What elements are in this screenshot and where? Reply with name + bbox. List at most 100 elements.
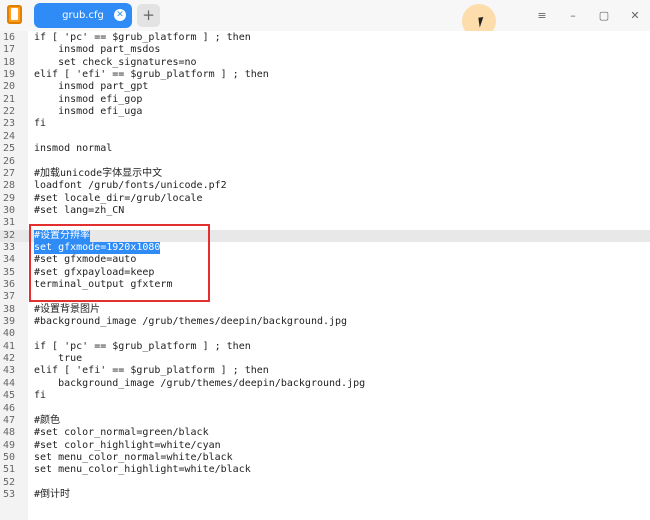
code-line-45[interactable]: 45 fi <box>0 390 650 402</box>
line-text: fi <box>34 118 47 130</box>
line-number: 29 <box>3 192 16 204</box>
line-number: 44 <box>3 377 16 389</box>
line-text: if [ 'pc' == $grub_platform ] ; then <box>34 340 251 352</box>
code-line-50[interactable]: 50 set menu_color_normal=white/black <box>0 452 650 464</box>
menu-icon[interactable]: ≡ <box>533 7 551 25</box>
line-number: 27 <box>3 167 16 179</box>
line-number: 40 <box>3 328 16 340</box>
line-number: 22 <box>3 106 16 118</box>
code-line-35[interactable]: 35 #set gfxpayload=keep <box>0 267 650 279</box>
code-line-30[interactable]: 30 #set lang=zh_CN <box>0 205 650 217</box>
line-number: 25 <box>3 143 16 155</box>
code-line-42[interactable]: 42 true <box>0 353 650 365</box>
line-text: set menu_color_highlight=white/black <box>34 464 251 476</box>
minimize-button[interactable]: – <box>564 7 582 25</box>
app-icon <box>7 5 22 24</box>
code-line-21[interactable]: 21 insmod efi_gop <box>0 94 650 106</box>
code-line-41[interactable]: 41 if [ 'pc' == $grub_platform ] ; then <box>0 341 650 353</box>
line-number: 19 <box>3 69 16 81</box>
line-number: 42 <box>3 353 16 365</box>
code-line-28[interactable]: 28 loadfont /grub/fonts/unicode.pf2 <box>0 180 650 192</box>
line-number: 46 <box>3 402 16 414</box>
line-number: 50 <box>3 451 16 463</box>
line-text: insmod normal <box>34 143 113 155</box>
tab-grub-cfg[interactable]: grub.cfg ✕ <box>34 3 132 28</box>
line-number: 52 <box>3 476 16 488</box>
maximize-button[interactable]: ▢ <box>595 7 613 25</box>
line-number: 45 <box>3 390 16 402</box>
code-line-44[interactable]: 44 background_image /grub/themes/deepin/… <box>0 378 650 390</box>
line-text: terminal_output gfxterm <box>34 279 173 290</box>
code-line-24[interactable]: 24 <box>0 131 650 143</box>
code-line-38[interactable]: 38 #设置背景图片 <box>0 304 650 316</box>
code-line-52[interactable]: 52 <box>0 477 650 489</box>
line-text: loadfont /grub/fonts/unicode.pf2 <box>34 180 227 192</box>
line-number: 37 <box>3 291 16 303</box>
line-text: #set locale_dir=/grub/locale <box>34 192 203 204</box>
line-number: 43 <box>3 365 16 377</box>
line-number: 35 <box>3 266 16 278</box>
code-line-16[interactable]: 16 if [ 'pc' == $grub_platform ] ; then <box>0 32 650 44</box>
line-number: 33 <box>3 241 16 253</box>
code-line-33[interactable]: 33 set gfxmode=1920x1080 <box>0 241 650 254</box>
code-line-17[interactable]: 17 insmod part_msdos <box>0 44 650 56</box>
line-text: fi <box>34 390 47 402</box>
code-line-23[interactable]: 23 fi <box>0 118 650 130</box>
line-number: 23 <box>3 118 16 130</box>
line-text: #设置分辨率 <box>34 229 91 242</box>
code-line-36[interactable]: 36 terminal_output gfxterm <box>0 279 650 291</box>
title-bar: grub.cfg ✕ + ≡ – ▢ ✕ <box>0 0 650 38</box>
line-text: set gfxmode=1920x1080 <box>34 241 161 254</box>
line-text: if [ 'pc' == $grub_platform ] ; then <box>34 32 251 43</box>
line-number: 26 <box>3 155 16 167</box>
text-editor[interactable]: 16 if [ 'pc' == $grub_platform ] ; then 17… <box>0 31 650 520</box>
code-line-37[interactable]: 37 <box>0 291 650 303</box>
line-number: 53 <box>3 488 16 500</box>
code-line-48[interactable]: 48 #set color_normal=green/black <box>0 427 650 439</box>
code-line-49[interactable]: 49 #set color_highlight=white/cyan <box>0 440 650 452</box>
mouse-cursor-icon <box>478 16 490 28</box>
line-number: 48 <box>3 427 16 439</box>
line-number: 36 <box>3 279 16 290</box>
code-line-43[interactable]: 43 elif [ 'efi' == $grub_platform ] ; the… <box>0 365 650 377</box>
line-number: 30 <box>3 204 16 216</box>
code-line-27[interactable]: 27 #加载unicode字体显示中文 <box>0 168 650 180</box>
code-line-39[interactable]: 39 #background_image /grub/themes/deepin/… <box>0 316 650 328</box>
line-number: 39 <box>3 316 16 328</box>
code-line-40[interactable]: 40 <box>0 328 650 340</box>
code-line-18[interactable]: 18 set check_signatures=no <box>0 57 650 69</box>
line-text: #background_image /grub/themes/deepin/ba… <box>34 316 348 328</box>
line-text: insmod part_gpt <box>34 81 149 93</box>
code-line-31[interactable]: 31 <box>0 217 650 229</box>
code-line-29[interactable]: 29 #set locale_dir=/grub/locale <box>0 193 650 205</box>
line-text: set menu_color_normal=white/black <box>34 451 233 463</box>
add-tab-button[interactable]: + <box>137 4 160 27</box>
line-text: #set gfxmode=auto <box>34 254 137 266</box>
line-text: insmod efi_gop <box>34 93 143 105</box>
line-text: #设置背景图片 <box>34 303 101 315</box>
close-tab-icon[interactable]: ✕ <box>114 9 126 21</box>
close-window-button[interactable]: ✕ <box>626 7 644 25</box>
line-text: #set lang=zh_CN <box>34 204 125 216</box>
line-text: insmod efi_uga <box>34 106 143 118</box>
code-line-22[interactable]: 22 insmod efi_uga <box>0 106 650 118</box>
line-number: 20 <box>3 81 16 93</box>
code-line-32[interactable]: 32 #设置分辨率 <box>0 229 650 242</box>
code-line-51[interactable]: 51 set menu_color_highlight=white/black <box>0 464 650 476</box>
code-line-53[interactable]: 53 #倒计时 <box>0 489 650 501</box>
code-line-19[interactable]: 19 elif [ 'efi' == $grub_platform ] ; the… <box>0 69 650 81</box>
line-number: 16 <box>3 32 16 43</box>
line-number: 32 <box>3 229 16 241</box>
line-number: 47 <box>3 414 16 426</box>
code-line-34[interactable]: 34 #set gfxmode=auto <box>0 254 650 266</box>
code-line-46[interactable]: 46 <box>0 403 650 415</box>
line-number: 21 <box>3 93 16 105</box>
code-line-20[interactable]: 20 insmod part_gpt <box>0 81 650 93</box>
code-line-47[interactable]: 47 #颜色 <box>0 415 650 427</box>
line-text: #倒计时 <box>34 488 71 500</box>
line-text: #set gfxpayload=keep <box>34 266 155 278</box>
line-text: #set color_normal=green/black <box>34 427 209 439</box>
line-number: 41 <box>3 340 16 352</box>
code-line-25[interactable]: 25 insmod normal <box>0 143 650 155</box>
code-line-26[interactable]: 26 <box>0 156 650 168</box>
